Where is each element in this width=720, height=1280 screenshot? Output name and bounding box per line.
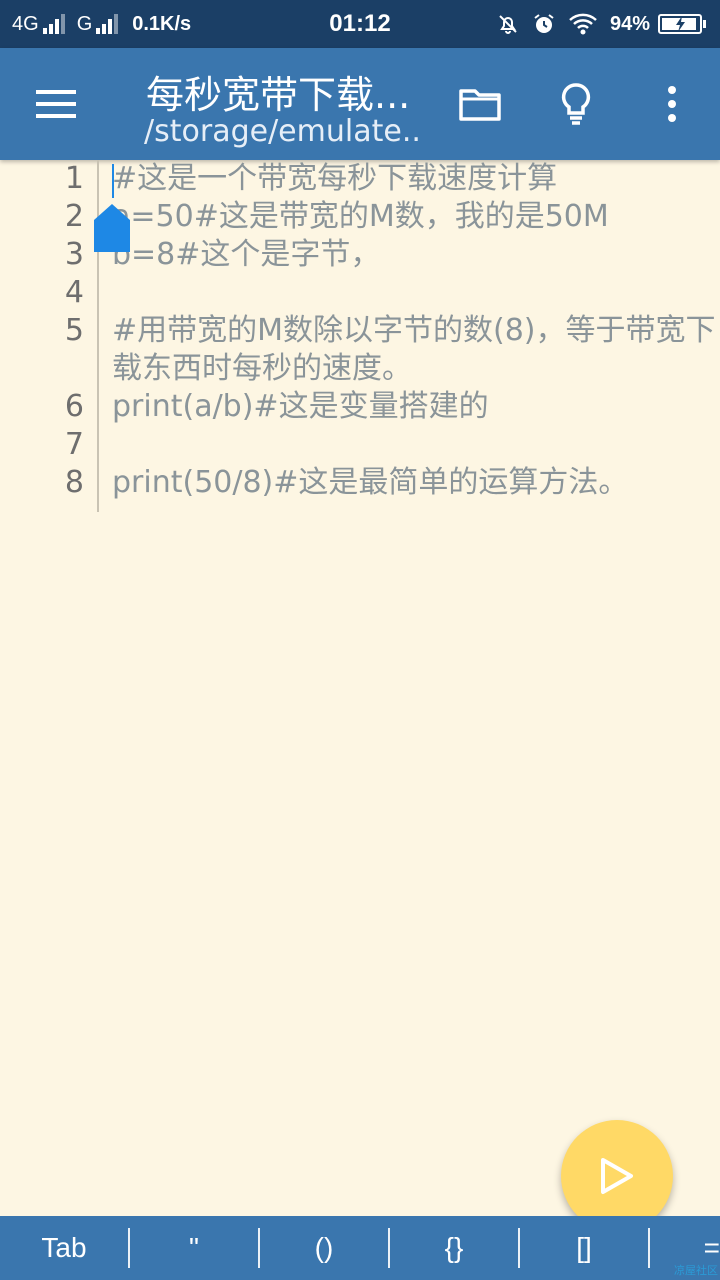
code-text[interactable]: #这是一个带宽每秒下载速度计算 [112, 160, 717, 198]
key-braces[interactable]: {} [390, 1216, 518, 1280]
battery-percent: 94% [609, 12, 650, 35]
code-text[interactable]: #用带宽的M数除以字节的数(8)，等于带宽下载东西时每秒的速度。 [112, 312, 717, 388]
line-number: 4 [64, 275, 84, 310]
line-number: 5 [64, 313, 84, 348]
code-text[interactable]: a=50#这是带宽的M数，我的是50M [112, 198, 717, 236]
file-title: 每秒宽带下载... [146, 73, 411, 117]
folder-icon[interactable] [452, 76, 508, 132]
menu-icon[interactable] [28, 82, 84, 126]
text-cursor [112, 164, 114, 198]
cursor-handle-icon[interactable] [94, 204, 130, 252]
lightbulb-icon[interactable] [548, 76, 604, 132]
line-number: 2 [64, 199, 84, 234]
symbol-keybar: Tab " () {} [] = 凉屋社区 [0, 1216, 720, 1280]
code-text[interactable]: b=8#这个是字节， [112, 236, 717, 274]
wifi-icon [568, 12, 598, 36]
more-vert-icon[interactable] [644, 76, 700, 132]
play-icon [601, 1158, 633, 1194]
file-path: /storage/emulate... [144, 114, 424, 149]
status-right: 94% [484, 0, 706, 48]
line-number: 3 [64, 237, 84, 272]
line-number: 6 [64, 389, 84, 424]
mute-bell-icon [496, 12, 520, 36]
app-toolbar: 每秒宽带下载... /storage/emulate... [0, 48, 720, 160]
key-tab[interactable]: Tab [0, 1216, 128, 1280]
line-number: 7 [64, 427, 84, 462]
line-number: 8 [64, 465, 84, 500]
code-editor[interactable]: 1 #这是一个带宽每秒下载速度计算 2 a=50#这是带宽的M数，我的是50M … [0, 160, 720, 1216]
key-quote[interactable]: " [130, 1216, 258, 1280]
battery-icon [658, 14, 706, 34]
code-text[interactable]: print(a/b)#这是变量搭建的 [112, 388, 717, 426]
key-parens[interactable]: () [260, 1216, 388, 1280]
watermark: 凉屋社区 [674, 1264, 718, 1277]
code-text[interactable]: print(50/8)#这是最简单的运算方法。 [112, 464, 717, 502]
line-number: 1 [64, 161, 84, 196]
alarm-icon [532, 12, 556, 36]
key-brackets[interactable]: [] [520, 1216, 648, 1280]
status-bar: 4G G 0.1K/s 01:12 94% [0, 0, 720, 48]
